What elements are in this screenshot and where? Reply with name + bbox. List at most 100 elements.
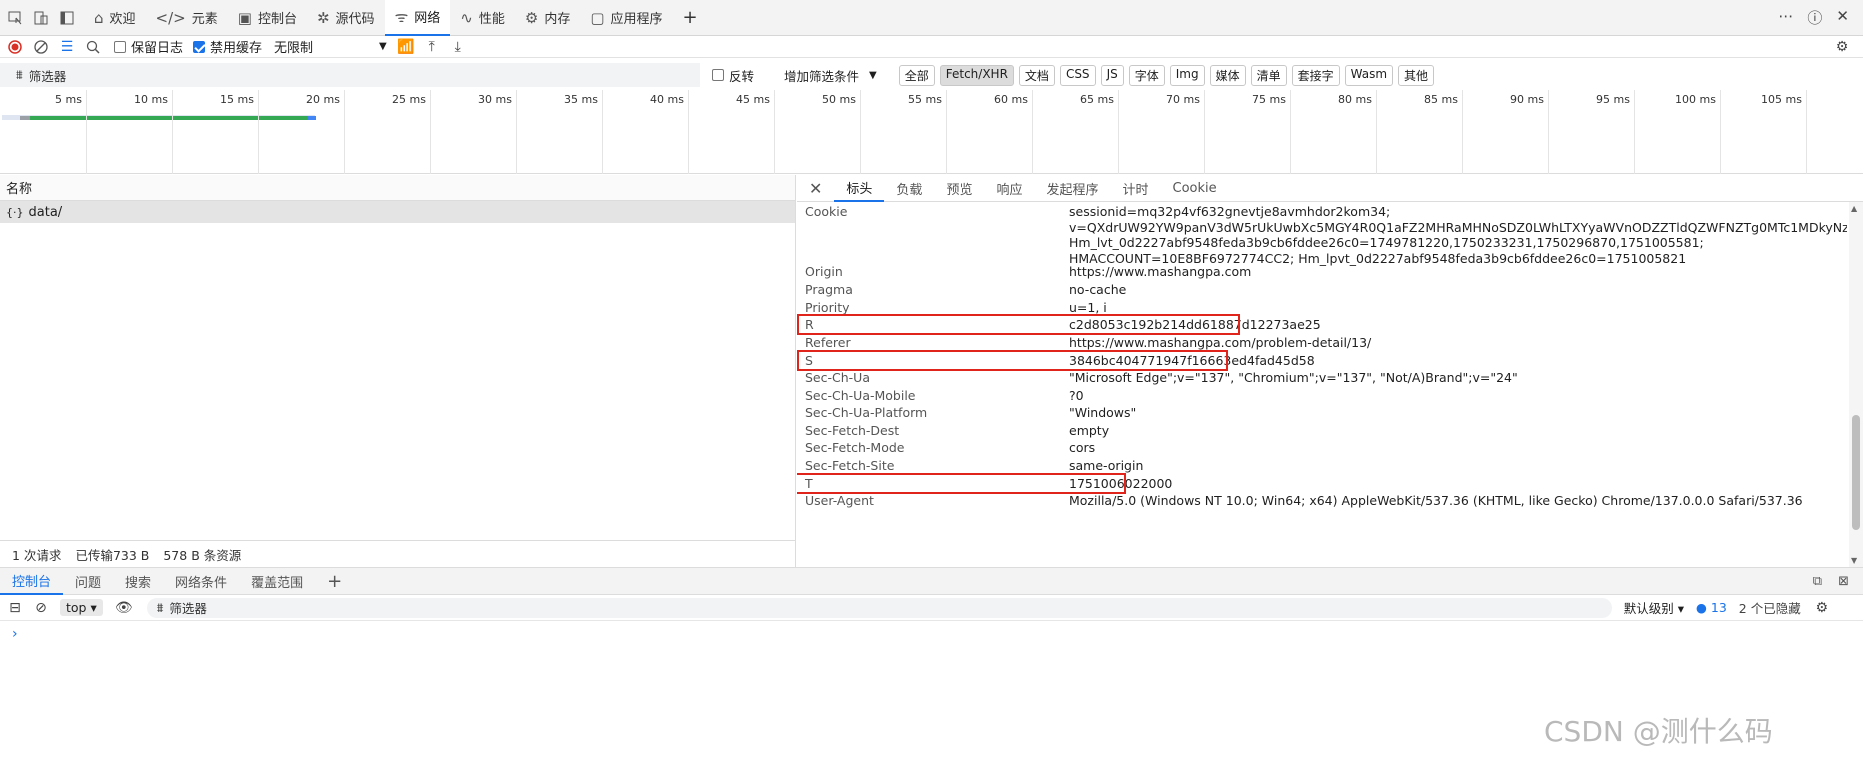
upload-icon[interactable]: ⤒: [421, 36, 443, 58]
clear-icon[interactable]: [30, 36, 52, 58]
drawer-tab[interactable]: 搜索: [113, 568, 163, 595]
tab-home[interactable]: ⌂ 欢迎: [84, 0, 146, 36]
timeline-tick-label: 95 ms: [1596, 93, 1630, 106]
drawer-tab[interactable]: 覆盖范围: [239, 568, 315, 595]
filter-chip[interactable]: 字体: [1128, 64, 1165, 86]
close-details-icon[interactable]: ✕: [797, 175, 834, 202]
timeline-tick-label: 90 ms: [1510, 93, 1544, 106]
timeline-gridline: [430, 90, 431, 174]
device-toggle-icon[interactable]: [30, 7, 52, 29]
details-tab[interactable]: 计时: [1110, 175, 1160, 202]
filter-chip[interactable]: 套接字: [1291, 64, 1340, 86]
close-drawer-icon[interactable]: ⊠: [1838, 574, 1849, 589]
header-value: no-cache: [1069, 282, 1127, 297]
console-filter-input[interactable]: ⩩ 筛选器: [146, 597, 1612, 618]
filter-chip[interactable]: 媒体: [1209, 64, 1246, 86]
more-filters-dropdown[interactable]: 增加筛选条件 ▼: [784, 66, 877, 85]
tab-bug[interactable]: ✲ 源代码: [307, 0, 385, 36]
download-icon[interactable]: ⤓: [447, 36, 469, 58]
clear-console-icon[interactable]: ⊘: [30, 597, 52, 619]
timeline-tick-label: 15 ms: [220, 93, 254, 106]
timeline-tick-label: 105 ms: [1761, 93, 1802, 106]
sidebar-icon[interactable]: [56, 7, 78, 29]
close-icon[interactable]: ✕: [1836, 7, 1849, 28]
timeline-gridline: [86, 90, 87, 174]
console-sidebar-icon[interactable]: ⊟: [4, 597, 26, 619]
wifi-icon: ᯤ: [394, 7, 409, 26]
timeline-tick-label: 45 ms: [736, 93, 770, 106]
header-value: cors: [1069, 440, 1096, 455]
timeline-tick-label: 30 ms: [478, 93, 512, 106]
hidden-count: 2 个已隐藏: [1738, 601, 1801, 616]
filter-chip[interactable]: 文档: [1018, 64, 1055, 86]
add-drawer-tab-button[interactable]: +: [315, 568, 354, 595]
settings-icon[interactable]: ⚙: [1811, 597, 1833, 619]
home-icon: ⌂: [94, 8, 104, 27]
details-tab[interactable]: 预览: [934, 175, 984, 202]
add-tab-button[interactable]: +: [673, 0, 708, 36]
tab-label: 元素: [191, 12, 218, 27]
tab-memory[interactable]: ⚙ 内存: [515, 0, 580, 36]
tab-performance[interactable]: ∿ 性能: [450, 0, 515, 36]
tab-console[interactable]: ▣ 控制台: [228, 0, 307, 36]
filter-chip[interactable]: 全部: [898, 64, 935, 86]
search-icon[interactable]: [82, 36, 104, 58]
context-select[interactable]: top ▾: [60, 599, 103, 616]
timeline-gridline: [1634, 90, 1635, 174]
details-tab[interactable]: 标头: [834, 175, 885, 202]
disable-cache-label: 禁用缓存: [210, 41, 263, 56]
filter-input[interactable]: ⩩ 筛选器: [0, 63, 700, 87]
timeline-overview[interactable]: 5 ms 10 ms 15 ms 20 ms 25 ms 30 ms 35 ms 40 ms 4…: [0, 90, 1863, 174]
name-column-header[interactable]: 名称: [0, 175, 795, 201]
details-tabs: ✕ 标头 负载 预览 响应 发起程序 计时 Cookie: [797, 175, 1863, 202]
filter-chip[interactable]: Fetch/XHR: [939, 64, 1014, 86]
drawer-tab[interactable]: 网络条件: [163, 568, 239, 595]
console-prompt[interactable]: ›: [12, 626, 18, 642]
filter-icon: ⩩: [16, 67, 23, 82]
timeline-tick-label: 60 ms: [994, 93, 1028, 106]
header-value: sessionid=mq32p4vf632gnevtje8avmhdor2kom…: [1069, 204, 1847, 266]
tab-code[interactable]: </> 元素: [146, 0, 228, 36]
dock-icon[interactable]: ⧉: [1813, 574, 1822, 589]
settings-icon[interactable]: ⚙: [1831, 36, 1853, 58]
disable-cache-checkbox[interactable]: [193, 40, 206, 53]
timeline-gridline: [688, 90, 689, 174]
scrollbar[interactable]: ▲ ▼: [1849, 202, 1863, 567]
drawer-tab[interactable]: 控制台: [0, 568, 64, 595]
timeline-tick-label: 85 ms: [1424, 93, 1458, 106]
preserve-log-checkbox[interactable]: [114, 40, 126, 53]
code-icon: </>: [155, 8, 186, 27]
throttle-select[interactable]: 无限制 ▼: [274, 37, 387, 56]
watermark: CSDN @测什么码: [1544, 715, 1773, 748]
eye-icon[interactable]: 👁: [113, 597, 135, 619]
filter-toggle-icon[interactable]: ☰: [56, 36, 78, 58]
log-level-select[interactable]: 默认级别 ▾: [1624, 598, 1684, 617]
inspect-icon[interactable]: [4, 7, 26, 29]
filter-chip[interactable]: 其他: [1398, 64, 1435, 86]
timeline-tick-label: 100 ms: [1675, 93, 1716, 106]
drawer-tab[interactable]: 问题: [63, 568, 113, 595]
network-conditions-icon[interactable]: 📶: [395, 36, 417, 58]
details-tab[interactable]: 发起程序: [1034, 175, 1110, 202]
timeline-tick-label: 65 ms: [1080, 93, 1114, 106]
filter-chip[interactable]: 清单: [1250, 64, 1287, 86]
filter-chip[interactable]: Wasm: [1344, 64, 1394, 86]
header-value: Mozilla/5.0 (Windows NT 10.0; Win64; x64…: [1069, 493, 1803, 508]
filter-bar: ⩩ 筛选器 反转 增加筛选条件 ▼ 全部 Fetch/XHR 文档 CSS JS 字体 Img 媒…: [0, 63, 1863, 87]
help-icon[interactable]: ⓘ: [1807, 7, 1822, 28]
details-tab[interactable]: 负载: [884, 175, 934, 202]
record-icon[interactable]: [4, 36, 26, 58]
tab-app[interactable]: ▢ 应用程序: [580, 0, 672, 36]
filter-chip[interactable]: JS: [1100, 64, 1124, 86]
details-tab[interactable]: 响应: [984, 175, 1034, 202]
chevron-down-icon: ▼: [379, 41, 387, 52]
request-row[interactable]: {·} data/: [0, 201, 795, 223]
issues-badge[interactable]: ● 13: [1696, 600, 1727, 615]
more-icon[interactable]: ⋯: [1778, 7, 1793, 28]
filter-chip[interactable]: CSS: [1059, 64, 1096, 86]
invert-checkbox[interactable]: [712, 69, 724, 81]
timeline-tick-label: 80 ms: [1338, 93, 1372, 106]
details-tab[interactable]: Cookie: [1161, 175, 1229, 202]
filter-chip[interactable]: Img: [1169, 64, 1205, 86]
tab-wifi[interactable]: ᯤ 网络: [384, 0, 451, 36]
